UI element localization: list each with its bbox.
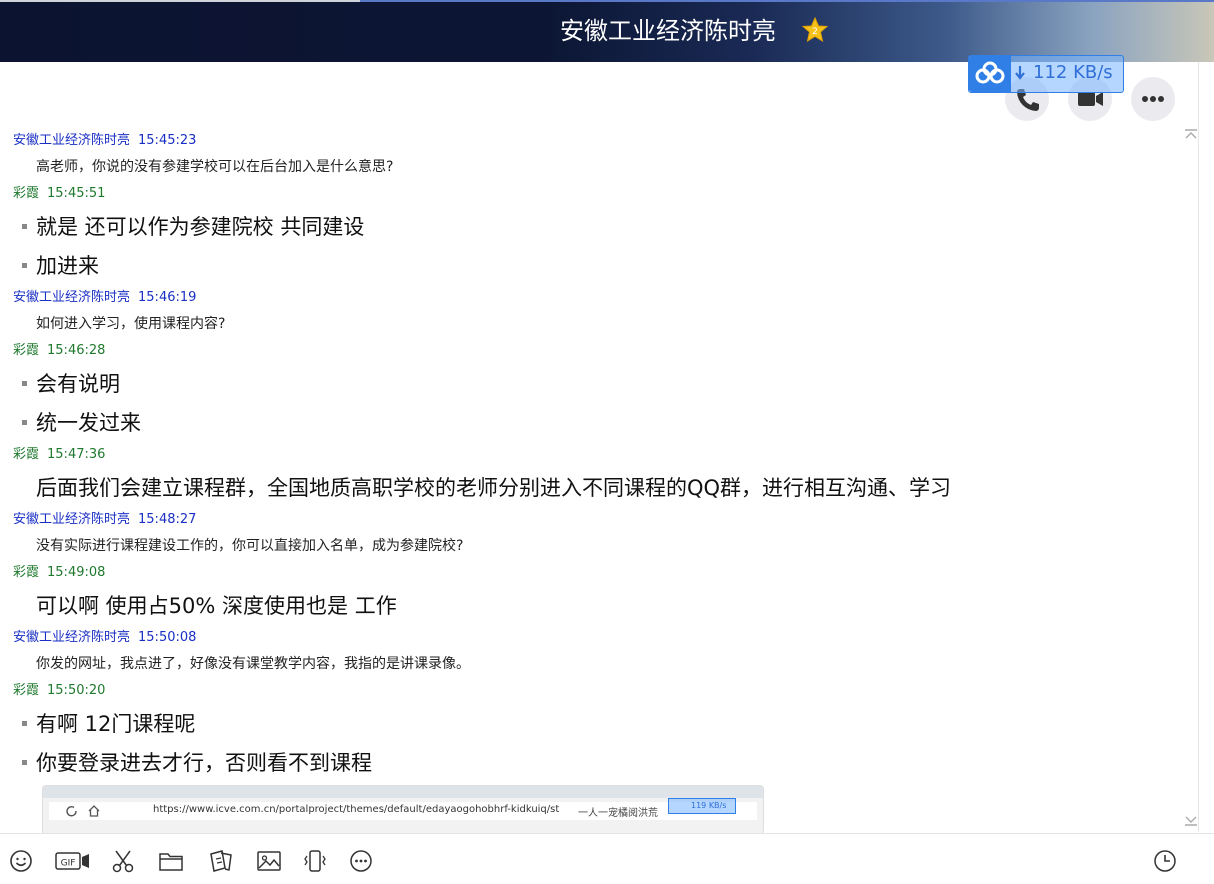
more-tools-button[interactable] [348,848,374,874]
title-bar-edge-accent [360,0,1214,2]
bullet-marker [22,224,27,229]
bullet-marker [22,263,27,268]
image-icon [257,851,281,871]
title-bar: 安徽工业经济陈时亮 2 [0,0,1214,62]
emoji-button[interactable] [8,848,34,874]
bullet-marker [22,721,27,726]
message-text[interactable]: 会有说明 [36,370,120,398]
message-text[interactable]: 高老师，你说的没有参建学校可以在后台加入是什么意思? [36,157,393,177]
folder-icon [159,853,183,871]
gif-icon: GIF [55,852,89,870]
refresh-icon [66,806,77,817]
sender-name[interactable]: 彩霞 [13,565,39,580]
sender-name[interactable]: 彩霞 [13,447,39,462]
message-header: 彩霞 15:45:51 [13,186,105,202]
message-header: 安徽工业经济陈时亮 15:48:27 [13,512,196,528]
download-speed-value: 112 KB/s [1033,62,1113,83]
screenshot-button[interactable] [110,848,136,874]
message-text[interactable]: 可以啊 使用占50% 深度使用也是 工作 [36,592,397,620]
file-share-icon [210,850,232,872]
message-header: 彩霞 15:49:08 [13,565,105,581]
gif-button[interactable]: GIF [55,848,91,874]
cloud-icon [969,56,1011,92]
scissors-icon [112,850,134,873]
bullet-marker [22,420,27,425]
sender-name[interactable]: 安徽工业经济陈时亮 [13,133,130,148]
message-header: 彩霞 15:50:20 [13,683,105,699]
message-header: 安徽工业经济陈时亮 15:50:08 [13,630,196,646]
send-image-button[interactable] [256,848,282,874]
message-list[interactable]: 安徽工业经济陈时亮 15:45:23 高老师，你说的没有参建学校可以在后台加入是什… [0,128,1198,832]
message-text[interactable]: 有啊 12门课程呢 [36,710,195,738]
sender-name[interactable]: 安徽工业经济陈时亮 [13,512,130,527]
chat-scrollbar[interactable] [1185,62,1214,832]
download-speed-widget[interactable]: 112 KB/s [968,55,1124,93]
send-file-button[interactable] [158,848,184,874]
home-icon [88,805,100,817]
message-time: 15:50:08 [138,630,197,645]
message-time: 15:50:20 [47,683,106,698]
shake-icon [304,850,326,872]
input-toolbar: GIF [0,833,1214,884]
image-url-text: https://www.icve.com.cn/portalproject/th… [153,804,560,815]
sender-name[interactable]: 彩霞 [13,683,39,698]
sender-name[interactable]: 彩霞 [13,186,39,201]
chat-title: 安徽工业经济陈时亮 [560,17,776,45]
message-time: 15:46:28 [47,343,106,358]
image-speed-value: 119 KB/s [691,801,727,810]
star-badge-icon[interactable]: 2 [802,17,828,43]
scroll-to-bottom-icon[interactable] [1183,815,1199,827]
message-text[interactable]: 统一发过来 [36,409,141,437]
message-text[interactable]: 你发的网址，我点进了，好像没有课堂教学内容，我指的是讲课录像。 [36,654,470,674]
message-history-button[interactable] [1152,848,1178,874]
shake-button[interactable] [302,848,328,874]
message-header: 彩霞 15:46:28 [13,343,105,359]
message-time: 15:49:08 [47,565,106,580]
image-browser-tabs [43,786,763,798]
image-message[interactable]: https://www.icve.com.cn/portalproject/th… [42,785,764,835]
message-text[interactable]: 就是 还可以作为参建院校 共同建设 [36,213,364,241]
star-badge-level: 2 [812,27,818,37]
emoji-icon [10,850,32,872]
title-bar-edge [0,0,360,2]
message-header: 彩霞 15:47:36 [13,447,105,463]
message-time: 15:47:36 [47,447,106,462]
svg-text:GIF: GIF [61,859,76,869]
scroll-to-top-icon[interactable] [1183,128,1199,140]
image-side-text: 一人一宠橘阅洪荒 [578,808,658,819]
message-time: 15:46:19 [138,290,197,305]
message-text[interactable]: 如何进入学习，使用课程内容? [36,314,225,334]
message-text[interactable]: 你要登录进去才行，否则看不到课程 [36,749,372,777]
file-share-button[interactable] [208,848,234,874]
bullet-marker [22,381,27,386]
message-header: 安徽工业经济陈时亮 15:45:23 [13,133,196,149]
message-header: 安徽工业经济陈时亮 15:46:19 [13,290,196,306]
message-time: 15:45:51 [47,186,106,201]
history-icon [1154,850,1176,872]
sender-name[interactable]: 安徽工业经济陈时亮 [13,290,130,305]
message-text[interactable]: 加进来 [36,252,99,280]
bullet-marker [22,760,27,765]
sender-name[interactable]: 安徽工业经济陈时亮 [13,630,130,645]
more-dots-icon [1142,96,1164,102]
sender-name[interactable]: 彩霞 [13,343,39,358]
image-speed-widget: 119 KB/s [668,798,736,814]
message-text[interactable]: 后面我们会建立课程群，全国地质高职学校的老师分别进入不同课程的QQ群，进行相互沟… [36,474,951,502]
more-icon [350,850,372,872]
message-time: 15:48:27 [138,512,197,527]
message-text[interactable]: 没有实际进行课程建设工作的，你可以直接加入名单，成为参建院校? [36,536,463,556]
message-time: 15:45:23 [138,133,197,148]
download-arrow-icon [1015,66,1025,80]
more-actions-button[interactable] [1131,77,1175,121]
